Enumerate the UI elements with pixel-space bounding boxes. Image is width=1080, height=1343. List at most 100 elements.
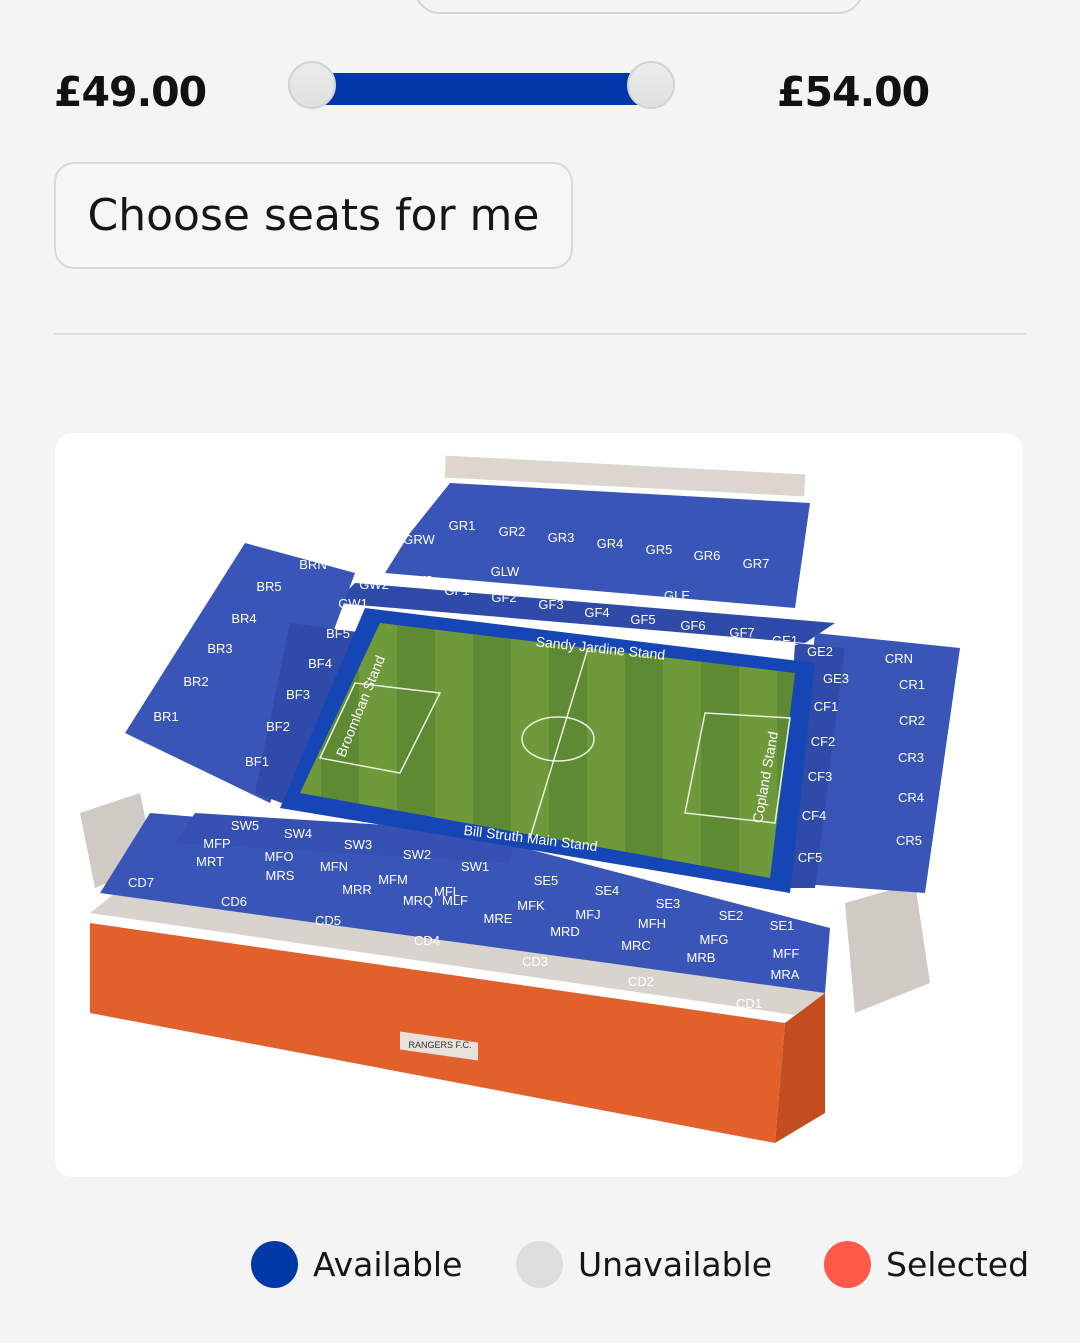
section-label[interactable]: SE2 (719, 908, 744, 923)
section-label[interactable]: SW2 (403, 847, 431, 862)
available-label: Available (313, 1244, 463, 1284)
section-label[interactable]: GE1 (772, 633, 798, 648)
section-label[interactable]: GR4 (597, 536, 624, 551)
section-label[interactable]: MFJ (575, 907, 600, 922)
section-label[interactable]: SE4 (595, 883, 620, 898)
section-label[interactable]: GF4 (584, 605, 609, 620)
section-label[interactable]: MFO (265, 849, 294, 864)
section-label[interactable]: CD5 (315, 913, 341, 928)
section-label[interactable]: GF3 (538, 597, 563, 612)
section-label[interactable]: MFG (700, 932, 729, 947)
section-label[interactable]: BRN (299, 557, 326, 572)
section-label[interactable]: MRA (771, 967, 800, 982)
section-label[interactable]: GE3 (823, 671, 849, 686)
section-label[interactable]: CR3 (898, 750, 924, 765)
section-label[interactable]: BR4 (231, 611, 256, 626)
section-label[interactable]: GF6 (680, 618, 705, 633)
section-label[interactable]: MRB (687, 950, 716, 965)
section-label[interactable]: SW5 (231, 818, 259, 833)
max-price-label: £54.00 (777, 68, 930, 116)
legend-selected: Selected (824, 1240, 1029, 1288)
section-label[interactable]: GW1 (338, 596, 368, 611)
section-label[interactable]: BF4 (308, 656, 332, 671)
east-corner-tower (845, 883, 930, 1013)
section-label[interactable]: GLE (664, 588, 690, 603)
section-label[interactable]: MRS (266, 868, 295, 883)
min-price-label: £49.00 (54, 68, 207, 116)
section-label[interactable]: BF3 (286, 687, 310, 702)
legend-available: Available (251, 1240, 462, 1288)
svg-text:RANGERS F.C.: RANGERS F.C. (408, 1040, 471, 1050)
section-label[interactable]: SE5 (534, 873, 559, 888)
legend-unavailable: Unavailable (516, 1240, 772, 1288)
section-label[interactable]: BF1 (245, 754, 269, 769)
choose-seats-for-me-button[interactable]: Choose seats for me (54, 162, 573, 269)
section-label[interactable]: CD6 (221, 894, 247, 909)
section-label[interactable]: GR3 (548, 530, 575, 545)
section-label[interactable]: CD2 (628, 974, 654, 989)
section-label[interactable]: GR5 (646, 542, 673, 557)
section-label[interactable]: GF1 (444, 583, 469, 598)
section-label[interactable]: GRW (403, 532, 435, 547)
min-price-slider-handle[interactable] (288, 61, 336, 109)
selected-label: Selected (886, 1244, 1030, 1284)
section-label[interactable]: BR1 (153, 709, 178, 724)
section-label[interactable]: BR3 (207, 641, 232, 656)
section-label[interactable]: MFH (638, 916, 666, 931)
section-label[interactable]: CD1 (736, 996, 762, 1011)
section-label[interactable]: SW3 (344, 837, 372, 852)
section-label[interactable]: GF2 (491, 590, 516, 605)
section-label[interactable]: BF5 (326, 626, 350, 641)
section-label[interactable]: MFF (773, 946, 800, 961)
section-label[interactable]: CD3 (522, 954, 548, 969)
price-range-slider-fill[interactable] (320, 73, 655, 105)
section-label[interactable]: CR4 (898, 790, 924, 805)
section-label[interactable]: GF5 (630, 612, 655, 627)
section-label[interactable]: CF1 (814, 699, 839, 714)
section-label[interactable]: SE1 (770, 918, 795, 933)
section-label[interactable]: SE3 (656, 896, 681, 911)
section-label[interactable]: MFK (517, 898, 545, 913)
section-label[interactable]: BR5 (256, 579, 281, 594)
section-label[interactable]: SW1 (461, 859, 489, 874)
max-price-slider-handle[interactable] (627, 61, 675, 109)
section-label[interactable]: MRD (550, 924, 580, 939)
section-label[interactable]: SW4 (284, 826, 312, 841)
section-label[interactable]: CF2 (811, 734, 836, 749)
section-label[interactable]: MRT (196, 854, 224, 869)
section-label[interactable]: GE2 (807, 644, 833, 659)
section-label[interactable]: MRE (484, 911, 513, 926)
section-label[interactable]: BF2 (266, 719, 290, 734)
section-label[interactable]: CR5 (896, 833, 922, 848)
previous-field-partial[interactable] (414, 0, 864, 14)
section-label[interactable]: CF4 (802, 808, 827, 823)
section-label[interactable]: CRN (885, 651, 913, 666)
section-label[interactable]: CD7 (128, 875, 154, 890)
unavailable-label: Unavailable (578, 1244, 773, 1284)
section-label[interactable]: MFM (378, 872, 408, 887)
section-label[interactable]: MFP (203, 836, 230, 851)
section-label[interactable]: MLF (442, 893, 468, 908)
section-label[interactable]: CR1 (899, 677, 925, 692)
section-label[interactable]: GW3 (403, 573, 433, 588)
section-label[interactable]: CF3 (808, 769, 833, 784)
section-label[interactable]: MRR (342, 882, 372, 897)
section-label[interactable]: CF5 (798, 850, 823, 865)
section-label[interactable]: GRE (798, 588, 827, 603)
section-label[interactable]: CR2 (899, 713, 925, 728)
section-label[interactable]: MFN (320, 859, 348, 874)
section-label[interactable]: GR6 (694, 548, 721, 563)
stadium-map[interactable]: RANGERS F.C. Sandy Jardine Stand Broomlo… (55, 433, 1023, 1177)
section-label[interactable]: GF7 (729, 625, 754, 640)
section-label[interactable]: GR2 (499, 524, 526, 539)
section-label[interactable]: BR2 (183, 674, 208, 689)
section-label[interactable]: CD4 (414, 933, 440, 948)
available-swatch (251, 1240, 298, 1288)
section-label[interactable]: GR1 (449, 518, 476, 533)
selected-swatch (824, 1240, 871, 1288)
section-label[interactable]: GLW (491, 564, 520, 579)
section-label[interactable]: GW2 (359, 577, 389, 592)
section-label[interactable]: MRQ (403, 893, 433, 908)
section-label[interactable]: MRC (621, 938, 651, 953)
section-label[interactable]: GR7 (743, 556, 770, 571)
